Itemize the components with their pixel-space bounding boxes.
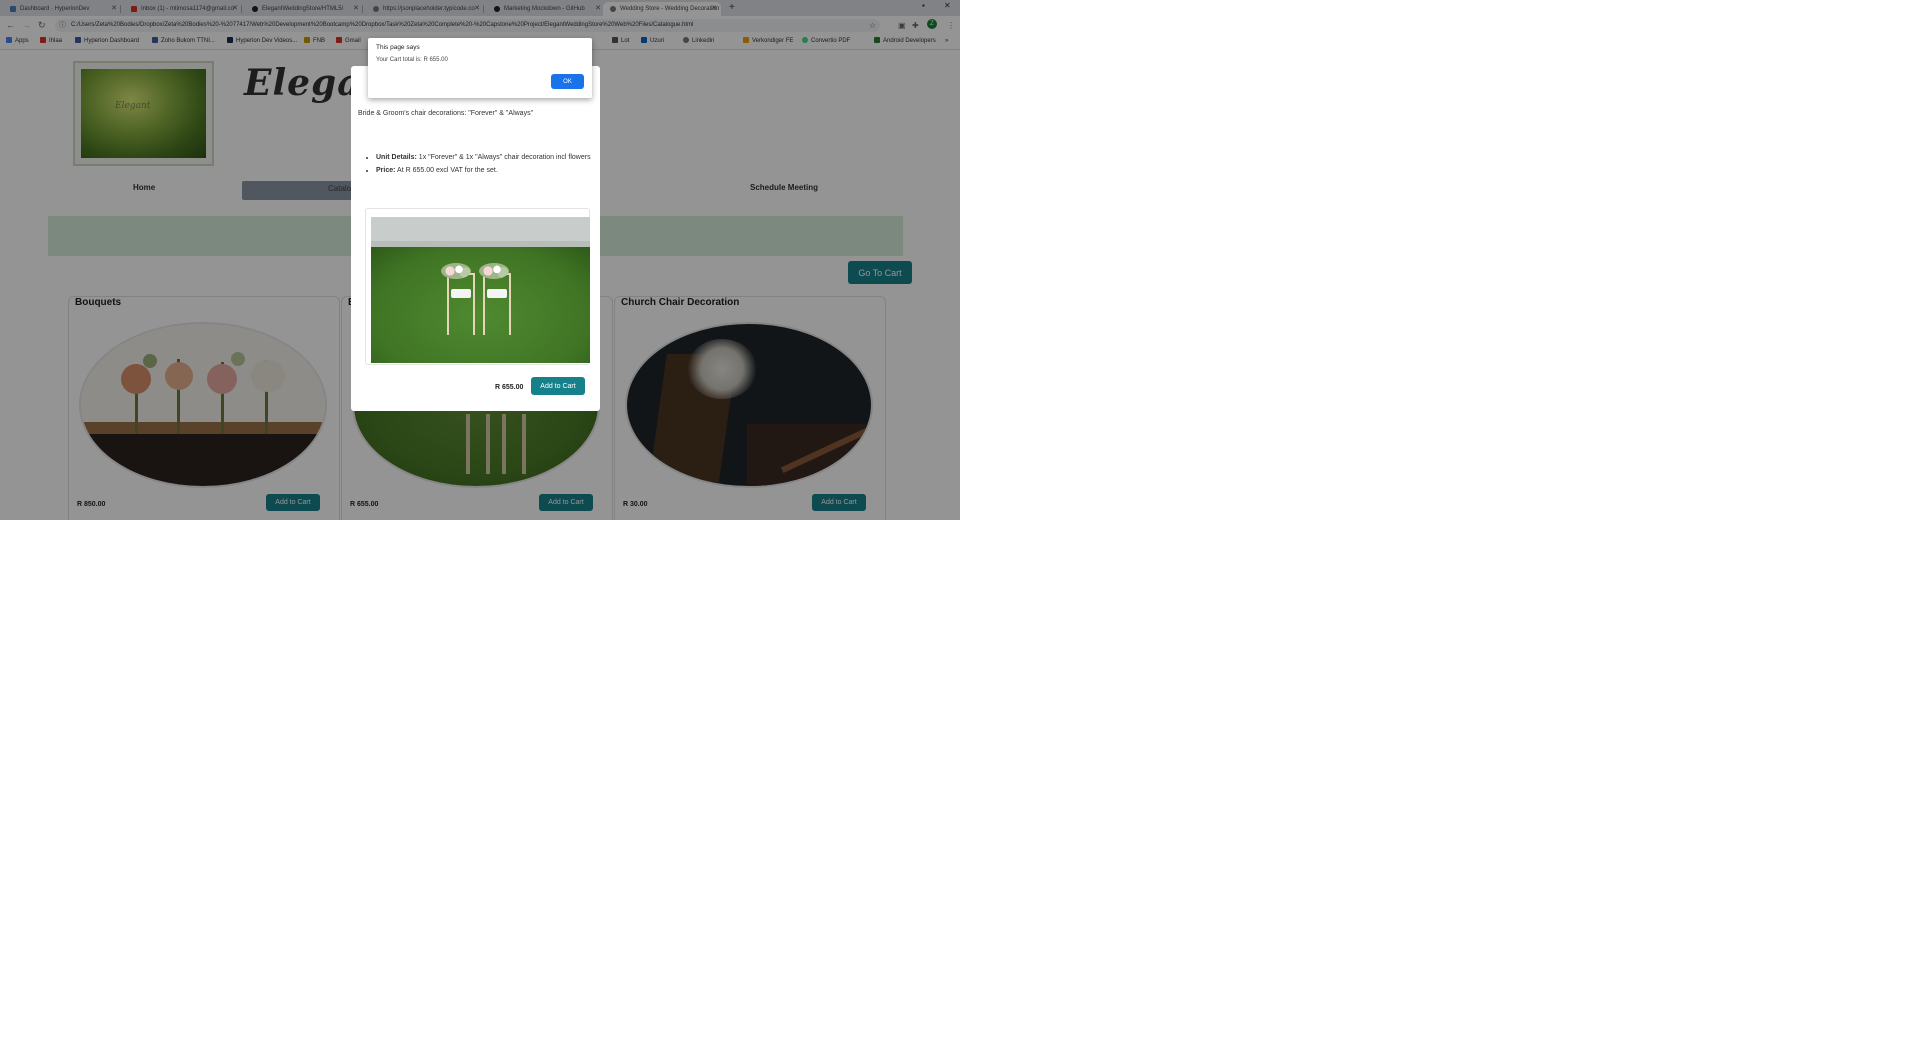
alert-ok-button[interactable]: OK xyxy=(551,74,584,89)
modal-description: Bride & Groom's chair decorations: "Fore… xyxy=(358,110,534,117)
modal-image-frame xyxy=(365,208,590,365)
modal-details-list: Unit Details: 1x "Forever" & 1x "Always"… xyxy=(366,153,601,179)
product-modal: Bride & Groom's chair decorations: "Fore… xyxy=(351,66,600,411)
modal-add-to-cart-button[interactable]: Add to Cart xyxy=(531,377,585,395)
alert-dialog: This page says Your Cart total is: R 655… xyxy=(368,38,592,98)
modal-product-photo xyxy=(371,217,590,363)
price-details: Price: At R 655.00 excl VAT for the set. xyxy=(376,166,601,176)
unit-details: Unit Details: 1x "Forever" & 1x "Always"… xyxy=(376,153,601,163)
alert-title: This page says xyxy=(376,44,420,51)
screenshot: Dashboard · HyperionDev ✕ Inbox (1) - mt… xyxy=(0,0,960,520)
modal-price: R 655.00 xyxy=(495,384,524,391)
alert-message: Your Cart total is: R 655.00 xyxy=(376,57,448,63)
